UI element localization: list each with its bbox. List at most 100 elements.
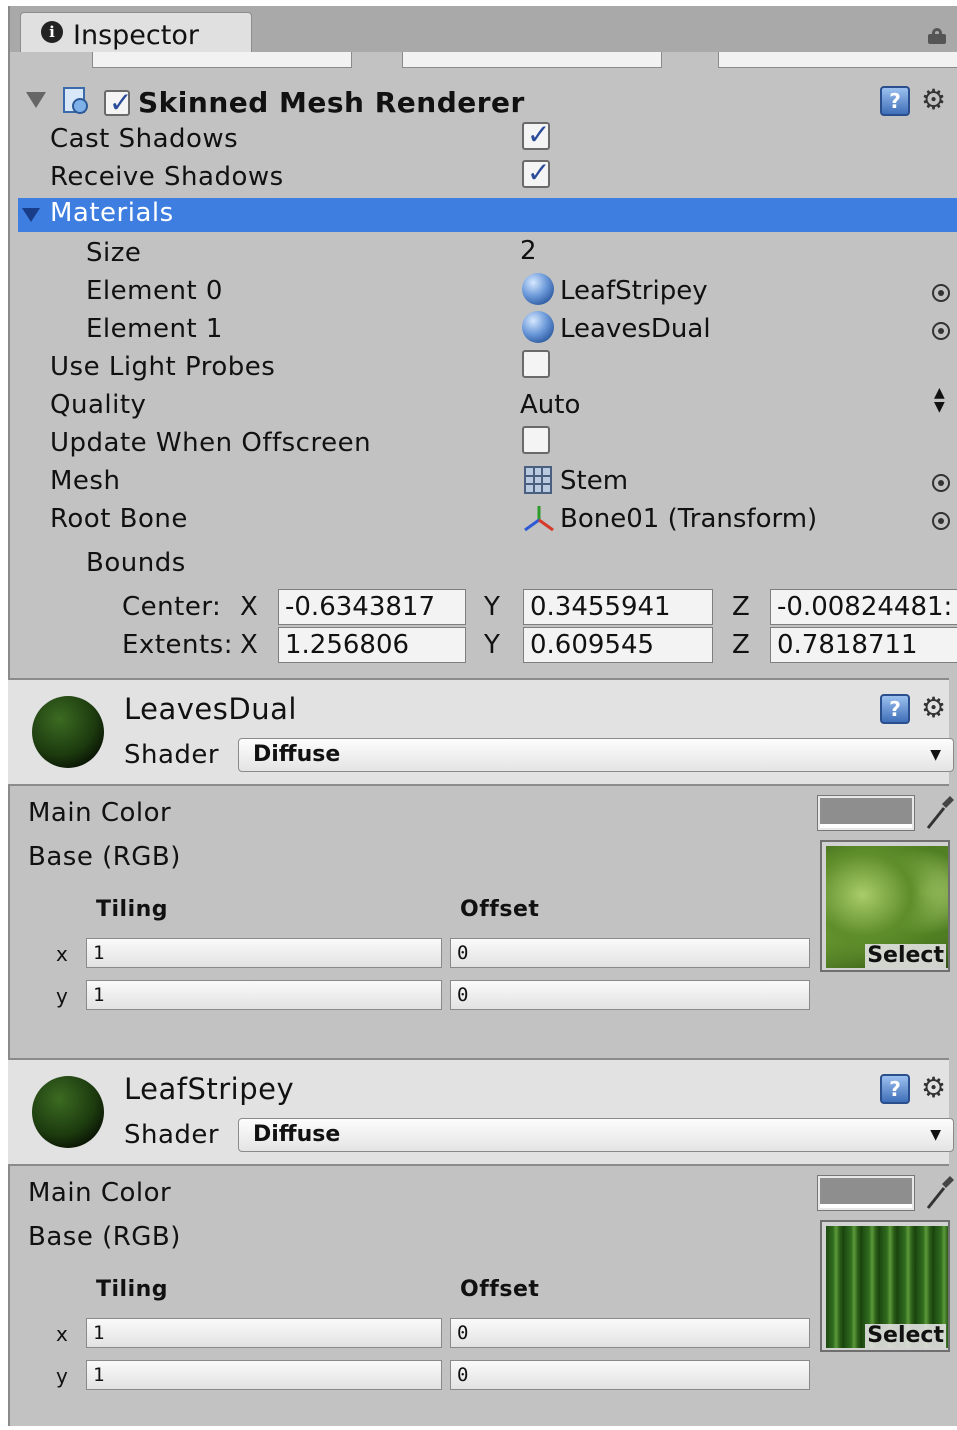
shader-dropdown[interactable]: Diffuse ▼ [238,1118,954,1152]
root-bone-label: Root Bone [50,504,188,534]
center-label: Center: [122,592,222,622]
tiling-y-field[interactable]: 1 [86,1360,442,1390]
quality-label: Quality [50,390,147,420]
gear-icon[interactable]: ⚙ [921,694,946,722]
cast-shadows-label: Cast Shadows [50,124,239,154]
material-name: LeafStripey [124,1072,295,1106]
help-icon[interactable]: ? [880,86,910,116]
mesh-value[interactable]: Stem [560,466,628,496]
offset-y-field[interactable]: 0 [450,980,810,1010]
cast-shadows-checkbox[interactable]: ✓ [522,120,550,150]
shader-label: Shader [124,1120,220,1150]
material-name: LeavesDual [124,692,297,726]
component-title: Skinned Mesh Renderer [138,86,525,119]
material-header: LeavesDual Shader Diffuse ▼ ? ⚙ [8,680,954,784]
gear-icon[interactable]: ⚙ [921,86,946,114]
extents-x-field[interactable]: 1.256806 [278,627,466,663]
gear-icon[interactable]: ⚙ [921,1074,946,1102]
extents-z-field[interactable]: 0.7818711 [770,627,957,663]
extents-label: Extents: [122,630,233,660]
main-color-label: Main Color [28,798,172,828]
material-sphere-icon [522,273,554,305]
shader-value: Diffuse [253,742,341,767]
center-x-label: X [240,592,259,622]
chevron-down-icon [22,208,40,222]
offset-x-field[interactable]: 0 [450,1318,810,1348]
tab-label: Inspector [73,20,199,51]
center-x-field[interactable]: -0.6343817 [278,589,466,625]
x-axis-label: x [56,1322,69,1346]
lock-icon[interactable] [928,28,946,44]
main-color-swatch[interactable] [817,1175,915,1211]
update-offscreen-label: Update When Offscreen [50,428,372,458]
element0-label: Element 0 [86,276,223,306]
component-enabled-checkbox[interactable]: ✓ [104,88,132,118]
quality-dropdown[interactable]: Auto [520,390,580,420]
eyedropper-icon[interactable] [922,1174,956,1212]
extents-y-field[interactable]: 0.609545 [523,627,713,663]
tiling-label: Tiling [96,1277,169,1302]
material-header: LeafStripey Shader Diffuse ▼ ? ⚙ [8,1060,954,1164]
object-picker-icon[interactable] [932,474,950,492]
use-light-probes-label: Use Light Probes [50,352,276,382]
help-icon[interactable]: ? [880,1074,910,1104]
tab-bar: i Inspector [10,6,957,52]
object-picker-icon[interactable] [932,322,950,340]
texture-slot[interactable]: Select [820,1220,950,1352]
help-icon[interactable]: ? [880,694,910,724]
material-preview-sphere [32,1076,104,1148]
mesh-label: Mesh [50,466,121,496]
shader-dropdown[interactable]: Diffuse ▼ [238,738,954,772]
texture-select-button[interactable]: Select [865,944,946,968]
texture-slot[interactable]: Select [820,840,950,972]
update-offscreen-checkbox[interactable] [522,426,550,454]
use-light-probes-checkbox[interactable] [522,350,550,378]
center-z-field[interactable]: -0.00824481: [770,589,957,625]
x-axis-label: x [56,942,69,966]
transform-axes-icon [522,504,556,532]
skinned-mesh-icon [60,86,92,116]
center-y-label: Y [484,592,501,622]
offset-label: Offset [460,897,540,922]
object-picker-icon[interactable] [932,284,950,302]
extents-x-label: X [240,630,259,660]
material-preview-sphere [32,696,104,768]
dropdown-arrow-icon: ▼ [930,747,941,763]
main-color-label: Main Color [28,1178,172,1208]
materials-label: Materials [50,198,174,228]
texture-select-button[interactable]: Select [865,1324,946,1348]
root-bone-value[interactable]: Bone01 (Transform) [560,504,817,534]
shader-label: Shader [124,740,220,770]
extents-y-label: Y [484,630,501,660]
size-value[interactable]: 2 [520,236,537,266]
main-color-swatch[interactable] [817,795,915,831]
offset-label: Offset [460,1277,540,1302]
shader-value: Diffuse [253,1122,341,1147]
element0-value[interactable]: LeafStripey [560,276,708,306]
base-rgb-label: Base (RGB) [28,1222,181,1252]
size-label: Size [86,238,142,268]
y-axis-label: y [56,984,69,1008]
material-sphere-icon [522,311,554,343]
dropdown-arrow-icon: ▼ [930,1127,941,1143]
receive-shadows-checkbox[interactable]: ✓ [522,158,550,188]
offset-y-field[interactable]: 0 [450,1360,810,1390]
tiling-y-field[interactable]: 1 [86,980,442,1010]
materials-foldout-row[interactable]: Materials [18,198,957,232]
section-divider [8,1164,949,1166]
tab-inspector[interactable]: i Inspector [20,12,252,52]
info-icon: i [41,21,63,43]
element1-value[interactable]: LeavesDual [560,314,711,344]
eyedropper-icon[interactable] [922,794,956,832]
offset-x-field[interactable]: 0 [450,938,810,968]
object-picker-icon[interactable] [932,512,950,530]
center-y-field[interactable]: 0.3455941 [523,589,713,625]
tiling-x-field[interactable]: 1 [86,1318,442,1348]
foldout-arrow-icon[interactable] [26,92,46,108]
receive-shadows-label: Receive Shadows [50,162,284,192]
extents-z-label: Z [732,630,751,660]
tiling-x-field[interactable]: 1 [86,938,442,968]
up-down-arrows-icon[interactable]: ▲ ▼ [934,386,945,414]
mesh-grid-icon [524,466,552,494]
previous-component-row [22,52,957,70]
